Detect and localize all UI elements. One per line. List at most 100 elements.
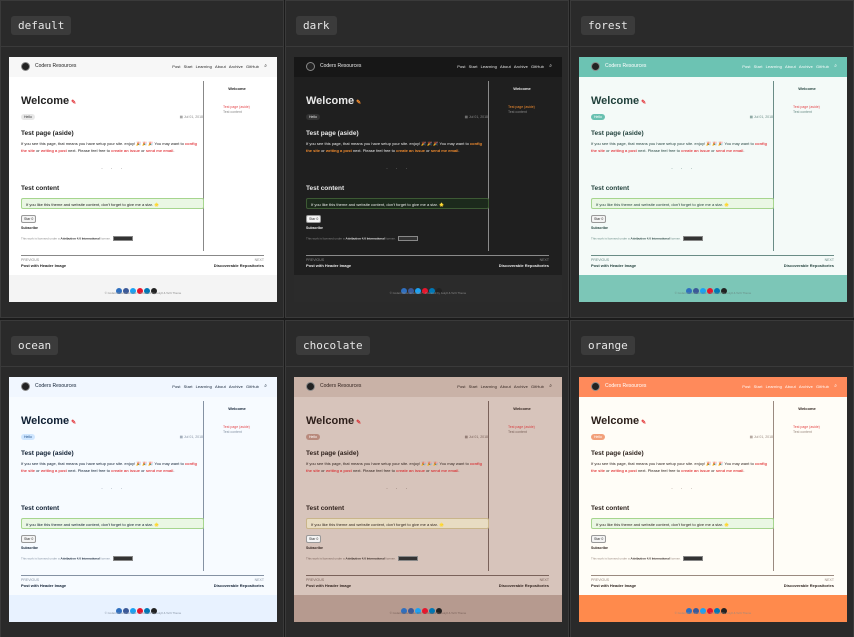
search-icon[interactable]: ⌕ bbox=[264, 63, 267, 69]
cc-license-badge[interactable] bbox=[682, 236, 703, 241]
tag-badge[interactable]: Hello bbox=[306, 114, 320, 120]
nav-link-post[interactable]: Post bbox=[172, 64, 180, 69]
nav-link-start[interactable]: Start bbox=[184, 64, 193, 69]
nav-link-github[interactable]: GitHub bbox=[246, 384, 259, 389]
inline-link[interactable]: writing a post bbox=[326, 468, 352, 473]
nav-link-post[interactable]: Post bbox=[742, 384, 750, 389]
nav-link-archive[interactable]: Archive bbox=[514, 384, 528, 389]
nav-link-github[interactable]: GitHub bbox=[531, 64, 544, 69]
avatar[interactable] bbox=[21, 62, 30, 71]
nav-link-post[interactable]: Post bbox=[172, 384, 180, 389]
nav-link-start[interactable]: Start bbox=[184, 384, 193, 389]
inline-link[interactable]: writing a post bbox=[611, 468, 637, 473]
edit-icon[interactable]: ✎ bbox=[356, 420, 361, 426]
toc-item-aside[interactable]: Test page (aside) bbox=[793, 425, 820, 429]
toc-title[interactable]: Welcome bbox=[777, 406, 837, 411]
nav-link-learning[interactable]: Learning bbox=[481, 384, 497, 389]
nav-link-start[interactable]: Start bbox=[469, 64, 478, 69]
toc-item-content[interactable]: Test content bbox=[223, 430, 242, 434]
github-star-button[interactable]: Star 0 bbox=[591, 535, 607, 543]
nav-link-about[interactable]: About bbox=[785, 384, 796, 389]
nav-link-about[interactable]: About bbox=[215, 384, 226, 389]
inline-link[interactable]: create an issue bbox=[396, 468, 425, 473]
inline-link[interactable]: send me email bbox=[431, 148, 459, 153]
toc-title[interactable]: Welcome bbox=[777, 86, 837, 91]
inline-link[interactable]: create an issue bbox=[111, 148, 140, 153]
tag-badge[interactable]: Hello bbox=[306, 434, 320, 440]
nav-link-post[interactable]: Post bbox=[457, 64, 465, 69]
github-star-button[interactable]: Star 0 bbox=[591, 215, 607, 223]
site-brand[interactable]: Coders Resources bbox=[35, 383, 76, 389]
previous-post-link[interactable]: Post with Header Image bbox=[21, 263, 66, 268]
search-icon[interactable]: ⌕ bbox=[549, 63, 552, 69]
inline-link[interactable]: create an issue bbox=[681, 148, 710, 153]
subscribe-link[interactable]: Subscribe bbox=[591, 226, 608, 230]
nav-link-archive[interactable]: Archive bbox=[799, 384, 813, 389]
toc-item-content[interactable]: Test content bbox=[793, 110, 812, 114]
nav-link-start[interactable]: Start bbox=[754, 64, 763, 69]
site-brand[interactable]: Coders Resources bbox=[605, 63, 646, 69]
nav-link-learning[interactable]: Learning bbox=[766, 64, 782, 69]
inline-link[interactable]: send me email bbox=[146, 468, 174, 473]
avatar[interactable] bbox=[306, 382, 315, 391]
search-icon[interactable]: ⌕ bbox=[834, 383, 837, 389]
nav-link-github[interactable]: GitHub bbox=[816, 384, 829, 389]
tag-badge[interactable]: Hello bbox=[21, 434, 35, 440]
github-star-button[interactable]: Star 0 bbox=[21, 215, 37, 223]
previous-post-link[interactable]: Post with Header Image bbox=[21, 583, 66, 588]
inline-link[interactable]: create an issue bbox=[111, 468, 140, 473]
site-brand[interactable]: Coders Resources bbox=[605, 383, 646, 389]
toc-item-aside[interactable]: Test page (aside) bbox=[223, 425, 250, 429]
cc-license-badge[interactable] bbox=[112, 236, 133, 241]
toc-item-content[interactable]: Test content bbox=[508, 110, 527, 114]
license-link[interactable]: Attribution 4.0 International bbox=[346, 556, 385, 560]
toc-title[interactable]: Welcome bbox=[492, 86, 552, 91]
inline-link[interactable]: writing a post bbox=[611, 148, 637, 153]
nav-link-archive[interactable]: Archive bbox=[229, 64, 243, 69]
github-star-button[interactable]: Star 0 bbox=[306, 535, 322, 543]
subscribe-link[interactable]: Subscribe bbox=[21, 226, 38, 230]
toc-item-aside[interactable]: Test page (aside) bbox=[223, 105, 250, 109]
nav-link-about[interactable]: About bbox=[215, 64, 226, 69]
inline-link[interactable]: writing a post bbox=[41, 468, 67, 473]
inline-link[interactable]: send me email bbox=[716, 148, 744, 153]
nav-link-post[interactable]: Post bbox=[457, 384, 465, 389]
nav-link-github[interactable]: GitHub bbox=[531, 384, 544, 389]
previous-post-link[interactable]: Post with Header Image bbox=[306, 583, 351, 588]
nav-link-github[interactable]: GitHub bbox=[816, 64, 829, 69]
toc-title[interactable]: Welcome bbox=[207, 86, 267, 91]
edit-icon[interactable]: ✎ bbox=[641, 100, 646, 106]
license-link[interactable]: Attribution 4.0 International bbox=[61, 556, 100, 560]
avatar[interactable] bbox=[591, 382, 600, 391]
tag-badge[interactable]: Hello bbox=[591, 434, 605, 440]
toc-item-content[interactable]: Test content bbox=[223, 110, 242, 114]
inline-link[interactable]: writing a post bbox=[41, 148, 67, 153]
github-star-button[interactable]: Star 0 bbox=[21, 535, 37, 543]
cc-license-badge[interactable] bbox=[112, 556, 133, 561]
nav-link-start[interactable]: Start bbox=[754, 384, 763, 389]
cc-license-badge[interactable] bbox=[397, 236, 418, 241]
license-link[interactable]: Attribution 4.0 International bbox=[631, 556, 670, 560]
previous-post-link[interactable]: Post with Header Image bbox=[591, 263, 636, 268]
inline-link[interactable]: writing a post bbox=[326, 148, 352, 153]
toc-item-aside[interactable]: Test page (aside) bbox=[793, 105, 820, 109]
license-link[interactable]: Attribution 4.0 International bbox=[61, 236, 100, 240]
cc-license-badge[interactable] bbox=[397, 556, 418, 561]
subscribe-link[interactable]: Subscribe bbox=[306, 226, 323, 230]
inline-link[interactable]: create an issue bbox=[396, 148, 425, 153]
previous-post-link[interactable]: Post with Header Image bbox=[591, 583, 636, 588]
site-brand[interactable]: Coders Resources bbox=[35, 63, 76, 69]
nav-link-github[interactable]: GitHub bbox=[246, 64, 259, 69]
nav-link-archive[interactable]: Archive bbox=[229, 384, 243, 389]
nav-link-learning[interactable]: Learning bbox=[481, 64, 497, 69]
nav-link-start[interactable]: Start bbox=[469, 384, 478, 389]
github-star-button[interactable]: Star 0 bbox=[306, 215, 322, 223]
search-icon[interactable]: ⌕ bbox=[834, 63, 837, 69]
avatar[interactable] bbox=[306, 62, 315, 71]
toc-title[interactable]: Welcome bbox=[207, 406, 267, 411]
tag-badge[interactable]: Hello bbox=[21, 114, 35, 120]
nav-link-about[interactable]: About bbox=[500, 64, 511, 69]
nav-link-about[interactable]: About bbox=[785, 64, 796, 69]
license-link[interactable]: Attribution 4.0 International bbox=[631, 236, 670, 240]
toc-item-content[interactable]: Test content bbox=[508, 430, 527, 434]
